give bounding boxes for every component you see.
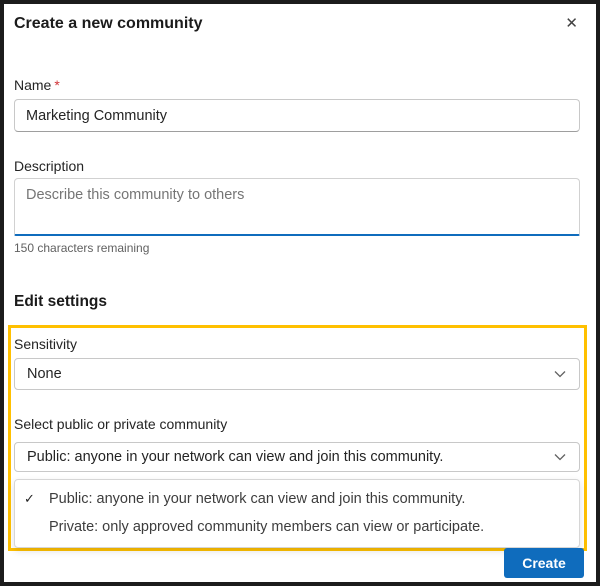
privacy-option-public[interactable]: ✓ Public: anyone in your network can vie…	[15, 485, 579, 513]
create-community-dialog: Create a new community ✕ Name* Descripti…	[0, 0, 600, 586]
chevron-down-icon	[553, 368, 567, 380]
privacy-dropdown[interactable]: Public: anyone in your network can view …	[14, 442, 580, 472]
name-input[interactable]	[14, 99, 580, 132]
name-label-text: Name	[14, 77, 52, 93]
sensitivity-dropdown[interactable]: None	[14, 358, 580, 390]
option-label: Public: anyone in your network can view …	[49, 491, 466, 507]
settings-highlight-box: Sensitivity None Select public or privat…	[8, 325, 587, 551]
dialog-body: Create a new community ✕ Name* Descripti…	[4, 4, 596, 551]
dialog-title: Create a new community	[14, 15, 203, 32]
dialog-header: Create a new community ✕	[14, 4, 580, 35]
edit-settings-heading: Edit settings	[14, 293, 108, 310]
check-icon: ✓	[24, 491, 35, 506]
sensitivity-label: Sensitivity	[14, 336, 78, 352]
description-label: Description	[14, 158, 85, 174]
option-label: Private: only approved community members…	[49, 519, 485, 535]
name-field-group: Name *	[14, 77, 580, 132]
privacy-options-listbox: ✓ Public: anyone in your network can vie…	[14, 479, 580, 548]
description-textarea[interactable]	[14, 178, 580, 236]
privacy-label: Select public or private community	[14, 416, 228, 432]
create-button[interactable]: Create	[504, 548, 584, 578]
privacy-option-private[interactable]: Private: only approved community members…	[15, 513, 579, 541]
description-field-group: Description 150 characters remaining	[14, 158, 580, 255]
chevron-down-icon	[553, 451, 567, 463]
required-asterisk: *	[54, 77, 60, 93]
privacy-value: Public: anyone in your network can view …	[27, 449, 444, 465]
close-icon[interactable]: ✕	[563, 13, 580, 35]
characters-remaining-text: 150 characters remaining	[14, 241, 150, 255]
name-label: Name *	[14, 77, 580, 94]
sensitivity-value: None	[27, 366, 62, 382]
